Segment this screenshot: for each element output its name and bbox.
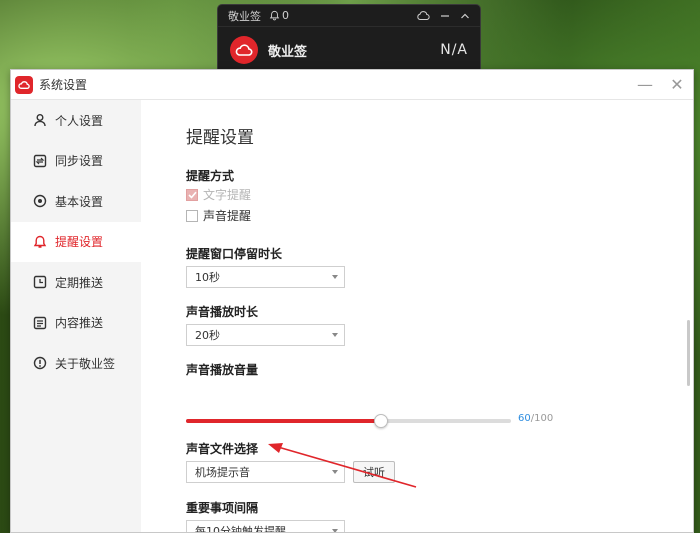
sound-file-label: 声音文件选择 — [186, 442, 259, 456]
window-title: 系统设置 — [39, 78, 88, 92]
sidebar-item-label: 提醒设置 — [55, 235, 104, 250]
sidebar-item-label: 关于敬业签 — [55, 356, 116, 371]
sidebar-item-label: 内容推送 — [55, 316, 104, 331]
sidebar-item-basic[interactable]: 基本设置 — [11, 181, 141, 222]
text-reminder-option[interactable]: 文字提醒 — [186, 186, 251, 203]
page-title: 提醒设置 — [186, 128, 254, 148]
sidebar-item-scheduled-push[interactable]: 定期推送 — [11, 262, 141, 303]
cloud-icon[interactable] — [416, 10, 430, 21]
chevron-down-icon — [332, 275, 338, 279]
chevron-up-icon[interactable] — [460, 11, 470, 21]
desktop-widget: 敬业签 0 敬业签 N/A — [217, 4, 481, 74]
scrollbar[interactable] — [687, 320, 690, 386]
sidebar-item-label: 定期推送 — [55, 275, 104, 290]
settings-window: 系统设置 — ✕ 个人设置 同步设置 基本设置 提醒设置 定期推送 内容推送 关… — [10, 69, 694, 533]
widget-bell[interactable]: 0 — [269, 9, 289, 22]
window-duration-value: 10秒 — [195, 271, 220, 284]
bell-icon — [269, 10, 280, 21]
settings-icon — [33, 194, 47, 208]
slider-fill — [186, 419, 381, 423]
volume-label: 声音播放音量 — [186, 363, 259, 377]
minimize-button[interactable]: — — [629, 70, 661, 100]
widget-status: N/A — [440, 42, 468, 58]
listen-button[interactable]: 试听 — [353, 461, 395, 483]
chevron-down-icon — [332, 333, 338, 337]
close-button[interactable]: ✕ — [661, 70, 693, 100]
sidebar-item-reminder[interactable]: 提醒设置 — [11, 221, 141, 262]
info-icon — [33, 356, 47, 370]
window-duration-select[interactable]: 10秒 — [186, 266, 345, 288]
sidebar-item-content-push[interactable]: 内容推送 — [11, 303, 141, 344]
sync-icon — [33, 154, 47, 168]
important-interval-label: 重要事项间隔 — [186, 501, 259, 515]
sound-file-select[interactable]: 机场提示音 — [186, 461, 345, 483]
window-duration-label: 提醒窗口停留时长 — [186, 247, 283, 261]
settings-content: 提醒设置 提醒方式 文字提醒 声音提醒 提醒窗口停留时长 10秒 声音播放时长 … — [141, 100, 693, 532]
chevron-down-icon — [332, 529, 338, 532]
chevron-down-icon — [332, 470, 338, 474]
sidebar-item-about[interactable]: 关于敬业签 — [11, 343, 141, 384]
sound-duration-select[interactable]: 20秒 — [186, 324, 345, 346]
sound-reminder-checkbox[interactable] — [186, 209, 198, 222]
volume-slider[interactable] — [186, 414, 511, 428]
sidebar: 个人设置 同步设置 基本设置 提醒设置 定期推送 内容推送 关于敬业签 — [11, 100, 141, 532]
sidebar-item-label: 基本设置 — [55, 194, 104, 209]
widget-body[interactable]: 敬业签 N/A — [218, 27, 480, 73]
title-bar: 系统设置 — ✕ — [11, 70, 693, 100]
widget-title: 敬业签 — [228, 9, 261, 23]
app-logo-icon — [230, 36, 258, 64]
volume-value: 60/100 — [518, 413, 553, 424]
slider-thumb[interactable] — [374, 414, 388, 428]
sidebar-item-personal[interactable]: 个人设置 — [11, 100, 141, 141]
widget-header: 敬业签 0 — [218, 5, 480, 27]
volume-max: /100 — [530, 413, 554, 424]
minus-icon[interactable] — [440, 11, 450, 21]
sound-file-value: 机场提示音 — [195, 466, 250, 479]
widget-app-name: 敬业签 — [268, 44, 308, 60]
sound-duration-label: 声音播放时长 — [186, 305, 259, 319]
sidebar-item-sync[interactable]: 同步设置 — [11, 141, 141, 182]
reminder-method-label: 提醒方式 — [186, 169, 235, 183]
important-interval-select[interactable]: 每10分钟触发提醒 — [186, 520, 345, 532]
user-icon — [33, 113, 47, 127]
sidebar-item-label: 同步设置 — [55, 154, 104, 169]
sound-reminder-option[interactable]: 声音提醒 — [186, 207, 251, 224]
text-reminder-label: 文字提醒 — [203, 188, 252, 202]
important-interval-value: 每10分钟触发提醒 — [195, 525, 286, 532]
sound-duration-value: 20秒 — [195, 329, 220, 342]
calendar-icon — [33, 275, 47, 289]
volume-current: 60 — [518, 413, 531, 424]
sidebar-item-label: 个人设置 — [55, 113, 104, 128]
window-logo-icon — [15, 75, 33, 94]
text-reminder-checkbox[interactable] — [186, 188, 198, 201]
content-icon — [33, 316, 47, 330]
sound-reminder-label: 声音提醒 — [203, 209, 252, 223]
bell-count: 0 — [282, 9, 289, 22]
bell-icon — [33, 235, 47, 249]
